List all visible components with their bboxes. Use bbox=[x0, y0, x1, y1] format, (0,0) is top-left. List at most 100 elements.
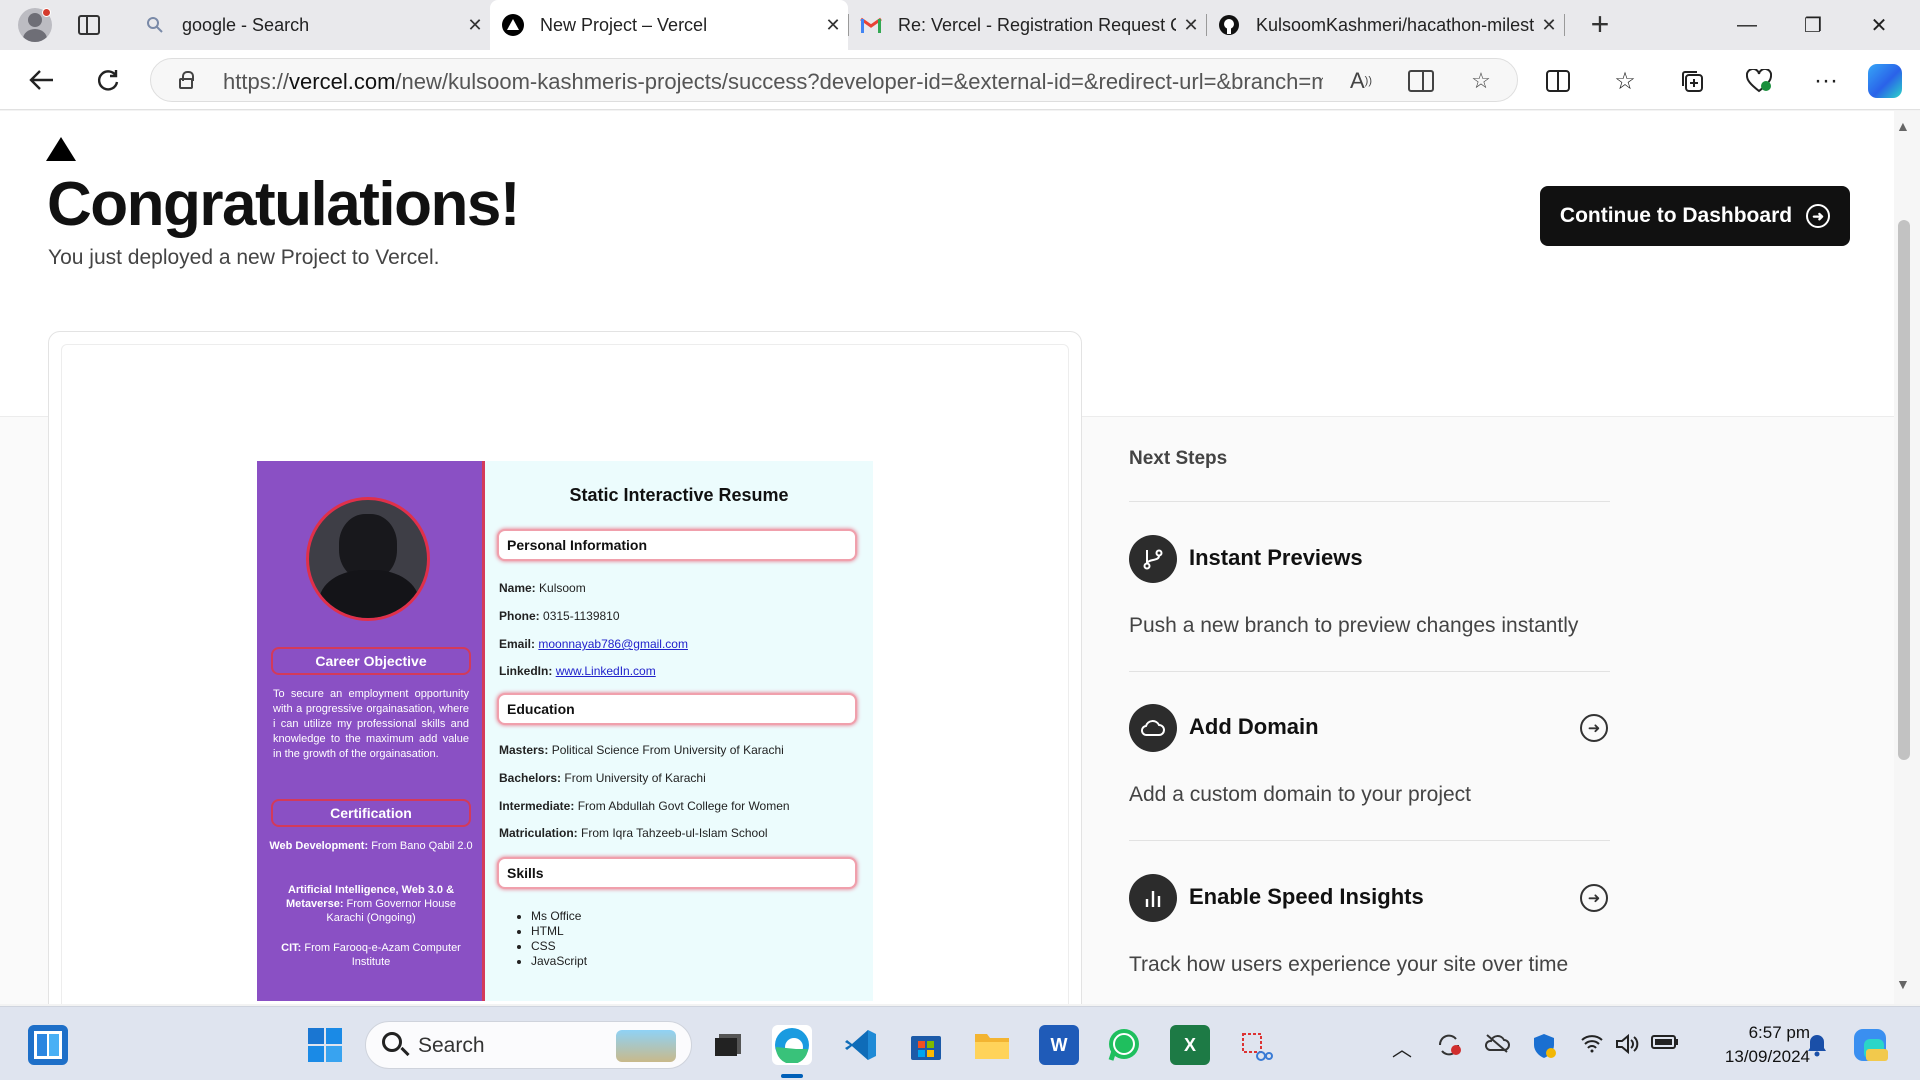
career-objective-heading: Career Objective bbox=[271, 647, 471, 675]
immersive-reader-icon[interactable] bbox=[1407, 67, 1435, 95]
microsoft-store-icon[interactable] bbox=[906, 1025, 946, 1065]
step-title-add-domain[interactable]: Add Domain bbox=[1189, 714, 1319, 740]
clock-date: 13/09/2024 bbox=[1724, 1047, 1810, 1066]
step-desc: Track how users experience your site ove… bbox=[1129, 953, 1569, 976]
whatsapp-icon[interactable] bbox=[1104, 1025, 1144, 1065]
battery-icon[interactable] bbox=[1651, 1033, 1679, 1056]
resume-main: Static Interactive Resume Personal Infor… bbox=[485, 461, 873, 1001]
close-window-button[interactable]: ✕ bbox=[1846, 0, 1912, 50]
task-view-icon[interactable] bbox=[708, 1025, 748, 1065]
resume-email: Email: moonnayab786@gmail.com bbox=[499, 637, 688, 651]
collections-icon[interactable] bbox=[1676, 66, 1708, 96]
next-steps-heading: Next Steps bbox=[1129, 448, 1228, 469]
search-placeholder: Search bbox=[418, 1034, 485, 1057]
excel-icon[interactable]: X bbox=[1170, 1025, 1210, 1065]
cloud-icon bbox=[1129, 704, 1177, 752]
favorite-star-icon[interactable]: ☆ bbox=[1467, 67, 1495, 95]
word-icon[interactable]: W bbox=[1039, 1025, 1079, 1065]
tab-separator bbox=[1564, 14, 1565, 36]
deployment-preview-card[interactable]: Career Objective To secure an employment… bbox=[48, 331, 1082, 1004]
tab-new-project-vercel[interactable]: New Project – Vercel ✕ bbox=[490, 0, 848, 50]
vercel-logo-icon[interactable] bbox=[46, 137, 76, 161]
tab-separator bbox=[848, 14, 849, 36]
resume-phone: Phone: 0315-1139810 bbox=[499, 609, 620, 623]
snipping-tool-icon[interactable] bbox=[1236, 1025, 1276, 1065]
address-bar[interactable]: https://vercel.com/new/kulsoom-kashmeris… bbox=[150, 58, 1518, 102]
close-tab-icon[interactable]: ✕ bbox=[1176, 15, 1206, 36]
step-desc: Add a custom domain to your project bbox=[1129, 783, 1472, 806]
github-icon bbox=[1218, 14, 1240, 36]
search-icon bbox=[144, 14, 166, 36]
edu-matriculation: Matriculation: From Iqra Tahzeeb-ul-Isla… bbox=[499, 826, 768, 840]
divider bbox=[1129, 671, 1610, 672]
new-tab-button[interactable]: + bbox=[1584, 8, 1616, 42]
arrow-right-circle-icon: ➜ bbox=[1806, 204, 1831, 228]
tab-google-search[interactable]: google - Search ✕ bbox=[132, 0, 490, 50]
profile-photo bbox=[306, 497, 430, 621]
windows-start-icon[interactable] bbox=[305, 1025, 345, 1065]
taskbar-search[interactable]: Search bbox=[365, 1021, 692, 1069]
resume-name: Name: Kulsoom bbox=[499, 581, 586, 595]
close-tab-icon[interactable]: ✕ bbox=[818, 15, 848, 36]
tab-gmail[interactable]: Re: Vercel - Registration Request C ✕ bbox=[848, 0, 1206, 50]
tab-strip: google - Search ✕ New Project – Vercel ✕… bbox=[0, 0, 1920, 50]
chevron-up-icon[interactable]: ︿ bbox=[1392, 1033, 1412, 1062]
continue-to-dashboard-button[interactable]: Continue to Dashboard ➜ bbox=[1540, 186, 1850, 246]
lock-icon[interactable] bbox=[179, 71, 194, 89]
step-desc: Push a new branch to preview changes ins… bbox=[1129, 614, 1579, 637]
scroll-down-icon[interactable]: ▼ bbox=[1896, 976, 1910, 992]
edge-icon[interactable] bbox=[772, 1025, 812, 1065]
volume-icon[interactable] bbox=[1615, 1033, 1639, 1061]
edu-masters: Masters: Political Science From Universi… bbox=[499, 743, 784, 757]
browser-essentials-icon[interactable] bbox=[1743, 66, 1775, 96]
copilot-icon[interactable] bbox=[1868, 64, 1902, 98]
arrow-right-circle-icon[interactable]: ➜ bbox=[1580, 714, 1608, 742]
search-icon bbox=[382, 1032, 402, 1052]
career-objective-text: To secure an employment opportunity with… bbox=[273, 688, 469, 760]
onedrive-icon[interactable] bbox=[1483, 1033, 1511, 1059]
vercel-icon bbox=[502, 14, 524, 36]
back-button[interactable] bbox=[24, 62, 60, 98]
file-explorer-icon[interactable] bbox=[972, 1025, 1012, 1065]
scrollbar-thumb[interactable] bbox=[1898, 220, 1910, 760]
restore-button[interactable]: ❐ bbox=[1780, 0, 1846, 50]
button-label: Continue to Dashboard bbox=[1559, 204, 1793, 227]
arrow-right-circle-icon[interactable]: ➜ bbox=[1580, 884, 1608, 912]
favorites-icon[interactable]: ☆ bbox=[1609, 66, 1641, 96]
refresh-button[interactable] bbox=[90, 62, 126, 98]
system-clock[interactable]: 6:57 pm 13/09/2024 bbox=[1690, 1021, 1810, 1069]
step-title-instant-previews[interactable]: Instant Previews bbox=[1189, 545, 1363, 571]
close-tab-icon[interactable]: ✕ bbox=[460, 15, 490, 36]
deployment-screenshot[interactable]: Career Objective To secure an employment… bbox=[61, 344, 1069, 1004]
step-title-speed-insights[interactable]: Enable Speed Insights bbox=[1189, 884, 1424, 910]
skill-item: Ms Office bbox=[531, 909, 587, 924]
split-screen-icon[interactable] bbox=[1542, 66, 1574, 96]
scroll-up-icon[interactable]: ▲ bbox=[1896, 118, 1910, 134]
resume-preview: Career Objective To secure an employment… bbox=[257, 461, 873, 1001]
notification-bell-icon[interactable] bbox=[1806, 1033, 1828, 1063]
cert-item: Artificial Intelligence, Web 3.0 & Metav… bbox=[286, 884, 456, 924]
security-shield-icon[interactable] bbox=[1531, 1033, 1557, 1065]
copilot-taskbar-icon[interactable] bbox=[1852, 1027, 1888, 1069]
personal-info-heading: Personal Information bbox=[497, 529, 857, 561]
vscode-icon[interactable] bbox=[841, 1025, 881, 1065]
git-branch-icon bbox=[1129, 535, 1177, 583]
more-menu-icon[interactable]: ··· bbox=[1810, 66, 1842, 96]
sync-icon[interactable] bbox=[1436, 1033, 1464, 1063]
close-tab-icon[interactable]: ✕ bbox=[1534, 15, 1564, 36]
profile-notification-dot bbox=[42, 8, 51, 17]
resume-linkedin: LinkedIn: www.LinkedIn.com bbox=[499, 664, 656, 678]
tab-actions-icon[interactable] bbox=[78, 15, 100, 35]
url-text[interactable]: https://vercel.com/new/kulsoom-kashmeris… bbox=[223, 69, 1323, 95]
education-heading: Education bbox=[497, 693, 857, 725]
active-app-indicator bbox=[781, 1074, 803, 1078]
gmail-icon bbox=[860, 14, 882, 36]
read-aloud-icon[interactable]: A)) bbox=[1347, 67, 1375, 95]
tab-title: New Project – Vercel bbox=[540, 14, 708, 35]
minimize-button[interactable]: — bbox=[1714, 0, 1780, 50]
bar-chart-icon bbox=[1129, 874, 1177, 922]
cert-item: CIT: From Farooq-e-Azam Computer Institu… bbox=[281, 942, 461, 968]
widgets-icon[interactable] bbox=[28, 1025, 68, 1065]
wifi-icon[interactable] bbox=[1580, 1033, 1604, 1059]
tab-github[interactable]: KulsoomKashmeri/hacathon-milest ✕ bbox=[1206, 0, 1564, 50]
